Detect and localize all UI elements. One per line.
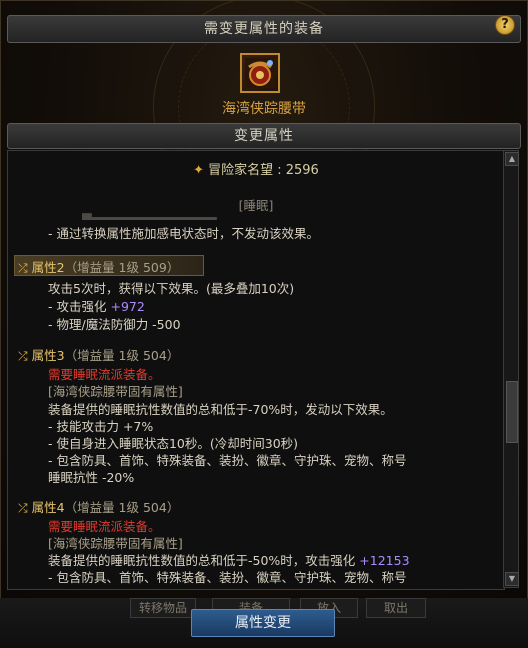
fame-icon: ✦ [193,163,205,178]
attr2-line-2: - 攻击强化 +972 [48,296,145,315]
attr2-line-3: - 物理/魔法防御力 -500 [48,317,181,332]
attribute-panel[interactable]: ✦冒险家名望 : 2596 [睡眠] █▆▆▆▆▆▆▆▆▆▆▆▆▆ - 通过转换… [7,150,505,590]
attr2-line-2-text: - 攻击强化 [48,299,107,314]
scroll-down-icon[interactable]: ▼ [505,572,519,586]
cut-line: - 通过转换属性施加感电状态时，不发动该效果。 [48,226,319,241]
attr3-header[interactable]: ⤮ 属性3（增益量 1级 504） [18,345,179,364]
ghost-take-button: 取出 [366,598,426,618]
attr3-sub: （增益量 1级 504） [64,348,180,363]
item-name: 海湾侠踪腰带 [222,101,306,117]
attr4-header[interactable]: ⤮ 属性4（增益量 1级 504） [18,497,179,516]
dialog-title: 需变更属性的装备 [7,15,521,43]
fame-text: 冒险家名望 : 2596 [208,163,319,178]
scroll-thumb[interactable] [506,381,518,443]
shuffle-icon: ⤮ [18,349,28,363]
section-title: 变更属性 [7,123,521,149]
attr2-sub: （增益量 1级 509） [64,260,180,275]
attr4-line-2: - 包含防具、首饰、特殊装备、装扮、徽章、守护珠、宠物、称号 [48,570,407,585]
attr3-title: 属性3 [31,348,65,363]
scrollbar[interactable]: ▲ ▼ [503,150,519,588]
attr2-line-1: 攻击5次时，获得以下效果。(最多叠加10次) [48,281,295,296]
ghost-transfer-button: 转移物品 [130,598,196,618]
attr4-line-1-text: 装备提供的睡眠抗性数值的总和低于-50%时，攻击强化 [48,553,356,568]
attr4-bonus: +12153 [359,553,410,568]
belt-icon[interactable] [240,53,280,93]
attr2-bonus: +972 [110,299,145,314]
attr2-header[interactable]: ⤮ 属性2（增益量 1级 509） [18,257,179,276]
attr4-sub: （增益量 1级 504） [64,500,180,515]
sleep-bracket: [睡眠] [238,198,274,213]
change-attribute-button[interactable]: 属性变更 [191,609,335,637]
attr3-tag: [海湾侠踪腰带固有属性] [48,384,183,399]
help-icon[interactable]: ? [495,15,515,35]
attr4-title: 属性4 [31,500,65,515]
attr3-line-5: 睡眠抗性 -20% [48,470,135,485]
clipped-line: █▆▆▆▆▆▆▆▆▆▆▆▆▆ [82,213,217,220]
shuffle-icon: ⤮ [18,261,28,275]
fame-row: ✦ 冒险家名望 : 2596 [8,159,504,178]
attr2-title: 属性2 [31,260,65,275]
scroll-up-icon[interactable]: ▲ [505,152,519,166]
shuffle-icon: ⤮ [18,501,28,515]
